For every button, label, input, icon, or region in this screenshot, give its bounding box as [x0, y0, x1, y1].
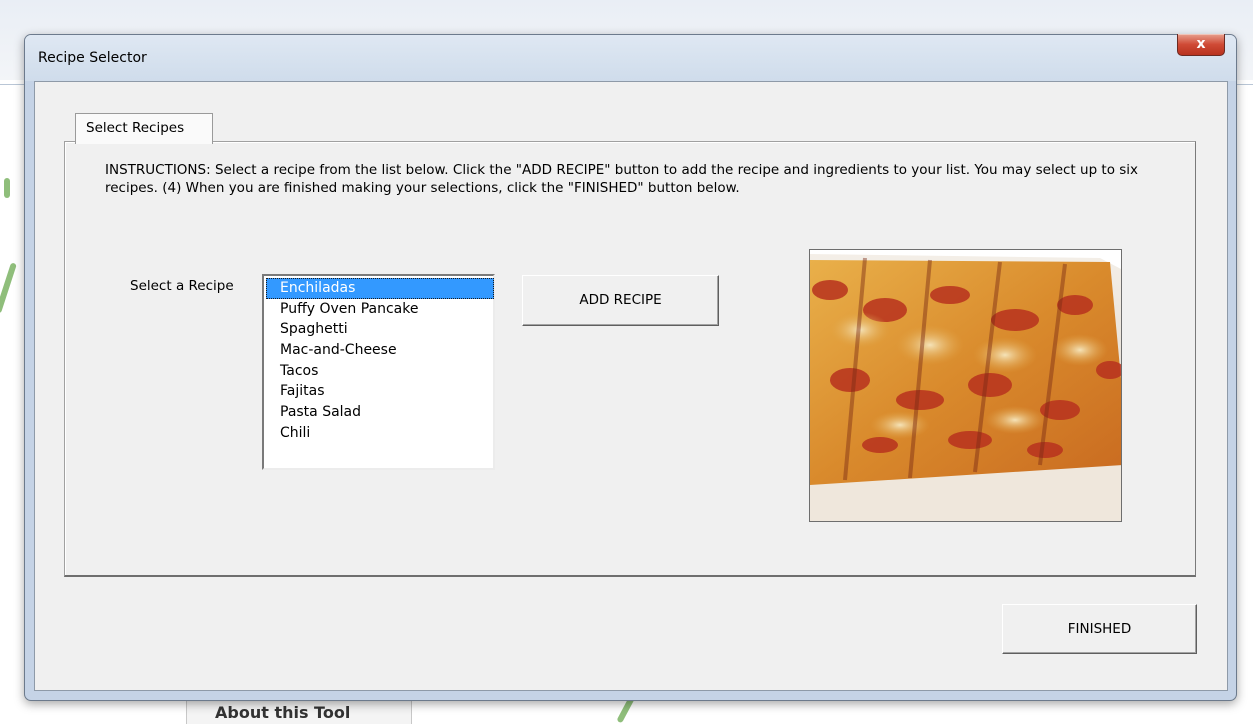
recipe-list-item[interactable]: Puffy Oven Pancake — [266, 299, 494, 320]
finished-button[interactable]: FINISHED — [1002, 604, 1197, 654]
add-recipe-button[interactable]: ADD RECIPE — [522, 275, 719, 326]
close-button[interactable]: x — [1177, 34, 1225, 56]
recipe-list-item[interactable]: Spaghetti — [266, 319, 494, 340]
recipe-listbox[interactable]: Enchiladas Puffy Oven Pancake Spaghetti … — [262, 274, 495, 470]
instructions-text: INSTRUCTIONS: Select a recipe from the l… — [105, 162, 1139, 196]
background-decoration — [4, 178, 10, 198]
close-icon: x — [1196, 36, 1206, 52]
recipe-selector-dialog: Recipe Selector x Select Recipes INSTRUC… — [24, 34, 1237, 701]
recipe-photo — [809, 249, 1122, 522]
tab-select-recipes[interactable]: Select Recipes — [75, 113, 213, 144]
recipe-list-item[interactable]: Pasta Salad — [266, 402, 494, 423]
window-title: Recipe Selector — [38, 50, 147, 66]
select-recipe-label: Select a Recipe — [130, 278, 234, 294]
tab-label: Select Recipes — [86, 120, 185, 136]
enchiladas-photo-icon — [810, 250, 1121, 521]
title-bar: Recipe Selector x — [25, 34, 1236, 81]
recipe-list-item[interactable]: Tacos — [266, 361, 494, 382]
recipe-list-item[interactable]: Chili — [266, 423, 494, 444]
recipe-list-item[interactable]: Enchiladas — [266, 278, 494, 299]
background-decoration — [0, 262, 17, 314]
select-recipes-panel: INSTRUCTIONS: Select a recipe from the l… — [64, 141, 1196, 577]
dialog-client-area: Select Recipes INSTRUCTIONS: Select a re… — [34, 81, 1228, 691]
recipe-list-item[interactable]: Fajitas — [266, 381, 494, 402]
recipe-list-item[interactable]: Mac-and-Cheese — [266, 340, 494, 361]
